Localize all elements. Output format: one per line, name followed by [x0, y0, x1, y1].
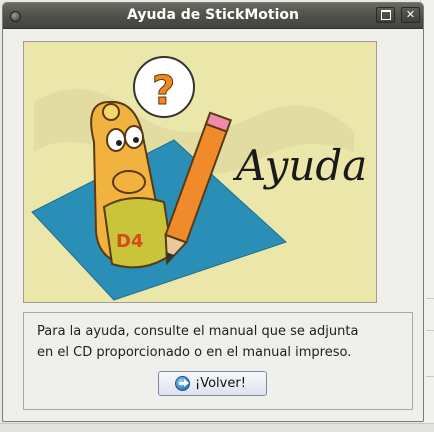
maximize-icon	[380, 10, 391, 20]
help-dialog: Ayuda de StickMotion ✕ D4 ? Ayuda Para l…	[2, 2, 424, 422]
close-icon: ✕	[405, 8, 416, 21]
help-illustration-art: D4 ? Ayuda	[31, 56, 367, 301]
back-button[interactable]: ¡Volver!	[158, 371, 267, 396]
shirt-text: D4	[116, 231, 143, 252]
help-message-line-2: en el CD proporcionado o en el manual im…	[37, 345, 352, 360]
character-eye-right	[124, 125, 144, 149]
info-panel: Para la ayuda, consulte el manual que se…	[23, 312, 413, 410]
character-hand	[112, 170, 146, 194]
window-title: Ayuda de StickMotion	[127, 7, 299, 23]
help-message-line-1: Para la ayuda, consulte el manual que se…	[37, 324, 359, 339]
character-eye-left	[106, 128, 126, 152]
help-illustration: D4 ? Ayuda	[23, 41, 377, 303]
back-arrow-icon	[175, 376, 190, 391]
close-button[interactable]: ✕	[401, 7, 420, 23]
maximize-button[interactable]	[376, 7, 395, 23]
question-mark-icon: ?	[152, 68, 175, 114]
back-button-label: ¡Volver!	[195, 376, 246, 391]
hat-clock-icon	[102, 103, 120, 121]
ayuda-banner-text: Ayuda	[232, 141, 367, 190]
title-bar[interactable]: Ayuda de StickMotion ✕	[3, 3, 423, 29]
